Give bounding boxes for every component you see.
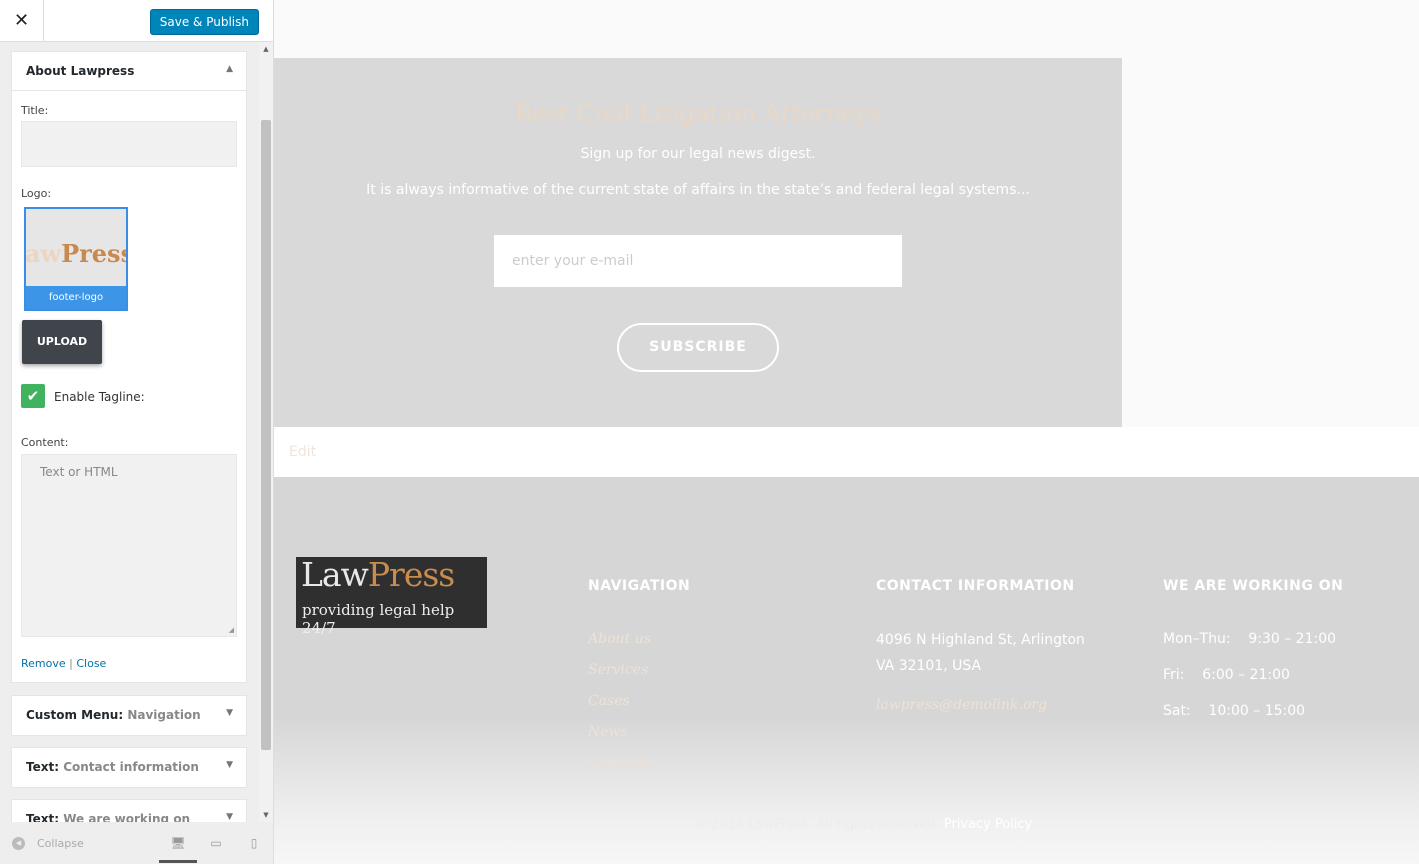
active-device-indicator	[159, 860, 197, 863]
sidebar-scrollbar[interactable]: ▲ ▼	[259, 42, 273, 822]
remove-link[interactable]: Remove	[21, 657, 66, 670]
widget-panel: About Lawpress ▲ Title: Logo: LawPress f…	[0, 42, 259, 822]
nav-link-services[interactable]: Services	[588, 662, 648, 678]
chevron-down-icon[interactable]: ▼	[226, 812, 233, 822]
nav-link-cases[interactable]: Cases	[588, 693, 630, 709]
site-footer: LawPress providing legal help 24/7 NAVIG…	[274, 477, 1419, 864]
widget-title: Text: Contact information	[26, 760, 199, 774]
copyright-text: © 2016 LawPress. All rights reserved.	[694, 817, 940, 832]
widget-actions: Remove | Close	[21, 657, 106, 670]
nav-link-news[interactable]: News	[588, 724, 628, 740]
logo-wordmark: LawPress	[301, 555, 455, 594]
widget-title: Custom Menu: Navigation	[26, 708, 201, 722]
widget-title: Text: We are working on	[26, 812, 191, 822]
logo-tagline: providing legal help 24/7	[302, 601, 455, 637]
chevron-down-icon[interactable]: ▼	[226, 708, 233, 718]
logo-label: Logo:	[21, 187, 52, 200]
newsletter-title: Best Civil Litigation Attorneys	[514, 100, 882, 128]
content-textarea[interactable]: Text or HTML ◢	[21, 454, 237, 637]
widget-about-lawpress: About Lawpress ▲ Title: Logo: LawPress f…	[11, 51, 247, 683]
widget-header[interactable]: About Lawpress ▲	[12, 52, 246, 91]
widget-contact-information[interactable]: Text: Contact information ▼	[11, 747, 247, 788]
contact-email-link[interactable]: lawpress@demolink.org	[876, 697, 1047, 713]
working-hours-heading: WE ARE WORKING ON	[1163, 578, 1344, 594]
footer-logo[interactable]: LawPress providing legal help 24/7	[296, 555, 487, 637]
copyright: © 2016 LawPress. All rights reserved. Pr…	[694, 817, 1032, 832]
privacy-policy-link[interactable]: Privacy Policy	[944, 817, 1033, 832]
newsletter-section: Best Civil Litigation Attorneys Sign up …	[274, 58, 1122, 427]
collapse-button[interactable]: Collapse	[37, 837, 84, 850]
contact-heading: CONTACT INFORMATION	[876, 578, 1075, 594]
separator: |	[69, 657, 73, 670]
newsletter-description: It is always informative of the current …	[366, 182, 1030, 198]
mobile-icon[interactable]: ▯	[245, 834, 263, 852]
content-label: Content:	[21, 436, 69, 449]
address-line: 4096 N Highland St, Arlington	[876, 632, 1085, 648]
collapse-icon[interactable]: ◀	[12, 837, 25, 850]
hours-row: Mon–Thu: 9:30 – 21:00	[1163, 631, 1337, 647]
hours-row: Fri: 6:00 – 21:00	[1163, 667, 1290, 683]
resize-handle-icon[interactable]: ◢	[229, 626, 234, 634]
close-link[interactable]: Close	[76, 657, 106, 670]
check-icon: ✔	[26, 387, 40, 405]
subscribe-button[interactable]: SUBSCRIBE	[617, 323, 779, 372]
customizer-header: ✕ Save & Publish	[0, 0, 273, 42]
close-icon[interactable]: ✕	[0, 0, 44, 42]
widget-custom-menu[interactable]: Custom Menu: Navigation ▼	[11, 695, 247, 736]
customizer-footer: ◀ Collapse 🖥 ▭ ▯	[0, 822, 273, 864]
edit-strip: Edit	[274, 427, 1419, 477]
save-publish-button[interactable]: Save & Publish	[149, 9, 259, 35]
scrollbar-thumb[interactable]	[261, 120, 271, 750]
scroll-down-icon[interactable]: ▼	[259, 808, 273, 822]
widget-title: About Lawpress	[26, 64, 135, 78]
scroll-up-icon[interactable]: ▲	[259, 42, 273, 56]
logo-filename: footer-logo	[26, 286, 126, 309]
tagline-label: Enable Tagline:	[54, 390, 145, 404]
nav-link-contacts[interactable]: Contacts	[588, 755, 651, 771]
content-placeholder: Text or HTML	[40, 465, 118, 479]
chevron-up-icon[interactable]: ▲	[226, 64, 233, 74]
tablet-icon[interactable]: ▭	[207, 834, 225, 852]
nav-link-about[interactable]: About us	[588, 631, 651, 647]
customizer-sidebar: ✕ Save & Publish About Lawpress ▲ Title:…	[0, 0, 274, 864]
logo-thumbnail-image: LawPress	[24, 239, 128, 268]
navigation-heading: NAVIGATION	[588, 578, 691, 594]
newsletter-subtitle: Sign up for our legal news digest.	[580, 146, 816, 162]
desktop-icon[interactable]: 🖥	[169, 834, 187, 852]
email-input[interactable]: enter your e-mail	[494, 235, 902, 287]
widget-working-hours[interactable]: Text: We are working on ▼	[11, 799, 247, 822]
title-input[interactable]	[21, 121, 237, 167]
site-preview: Best Civil Litigation Attorneys Sign up …	[274, 0, 1419, 864]
chevron-down-icon[interactable]: ▼	[226, 760, 233, 770]
hours-row: Sat: 10:00 – 15:00	[1163, 703, 1306, 719]
address-line: VA 32101, USA	[876, 658, 982, 674]
edit-link[interactable]: Edit	[289, 444, 316, 460]
tagline-checkbox[interactable]: ✔	[21, 384, 45, 408]
title-label: Title:	[21, 104, 49, 117]
logo-thumbnail[interactable]: LawPress footer-logo	[24, 207, 128, 311]
upload-button[interactable]: UPLOAD	[22, 320, 102, 364]
